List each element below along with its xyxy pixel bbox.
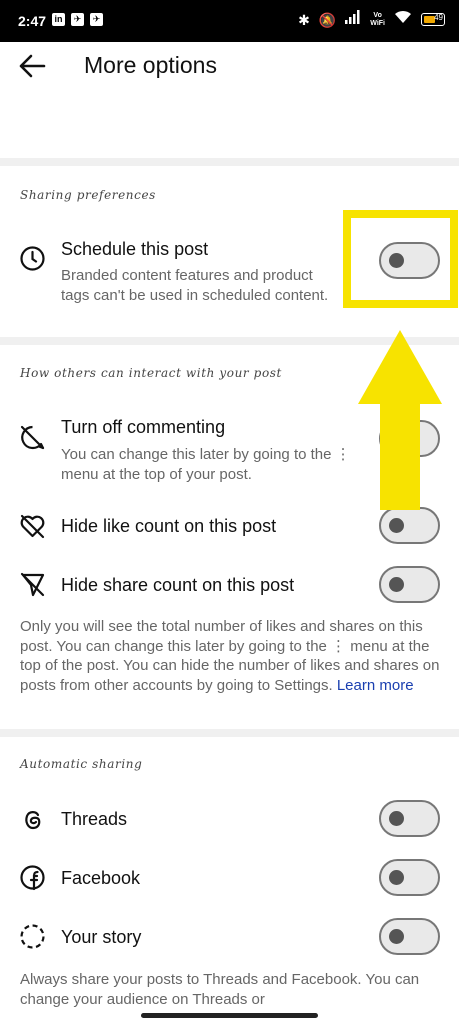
header: More options bbox=[0, 42, 459, 90]
comment-off-icon bbox=[20, 425, 45, 450]
wifi-icon bbox=[394, 10, 412, 29]
back-arrow-icon bbox=[19, 54, 46, 78]
toggle-knob bbox=[389, 870, 404, 885]
like-count-toggle[interactable] bbox=[379, 507, 440, 544]
home-indicator bbox=[141, 1013, 318, 1018]
vowifi-icon: Vo WiFi bbox=[370, 12, 385, 28]
auto-sharing-note: Always share your posts to Threads and F… bbox=[20, 971, 420, 1008]
like-count-title: Hide like count on this post bbox=[61, 516, 277, 536]
battery-icon: 49 bbox=[421, 13, 445, 26]
toggle-knob bbox=[389, 518, 404, 533]
facebook-title: Facebook bbox=[61, 868, 141, 888]
arrow-up-icon bbox=[358, 330, 442, 510]
share-count-title: Hide share count on this post bbox=[61, 575, 295, 595]
threads-title: Threads bbox=[61, 809, 128, 829]
section-label-interact: How others can interact with your post bbox=[20, 366, 282, 380]
battery-level: 49 bbox=[434, 13, 443, 22]
wifi-label: WiFi bbox=[370, 19, 385, 27]
clock-icon bbox=[20, 246, 45, 271]
heart-off-icon bbox=[20, 514, 45, 539]
toggle-knob bbox=[389, 929, 404, 944]
facebook-icon bbox=[20, 865, 45, 891]
highlight-box bbox=[343, 210, 458, 308]
status-indicators: ✱ 🔕 Vo WiFi 49 bbox=[298, 10, 445, 29]
share-off-icon bbox=[20, 572, 45, 597]
status-bar: 2:47 in ✈ ✈ ✱ 🔕 Vo WiFi 49 bbox=[0, 0, 459, 42]
facebook-toggle[interactable] bbox=[379, 859, 440, 896]
section-divider bbox=[0, 158, 459, 166]
schedule-title: Schedule this post bbox=[61, 239, 209, 259]
threads-toggle[interactable] bbox=[379, 800, 440, 837]
status-time: 2:47 bbox=[18, 13, 47, 29]
story-title: Your story bbox=[61, 927, 142, 947]
toggle-knob bbox=[389, 577, 404, 592]
notification-icons: in ✈ ✈ bbox=[52, 13, 103, 26]
vo-label: Vo bbox=[373, 11, 382, 19]
section-divider bbox=[0, 729, 459, 737]
mute-icon: 🔕 bbox=[318, 11, 337, 28]
story-icon bbox=[20, 924, 45, 949]
commenting-title: Turn off commenting bbox=[61, 417, 226, 437]
section-label-auto: Automatic sharing bbox=[20, 757, 143, 771]
bluetooth-icon: ✱ bbox=[298, 11, 310, 28]
story-toggle[interactable] bbox=[379, 918, 440, 955]
telegram-icon: ✈ bbox=[71, 13, 84, 26]
linkedin-icon: in bbox=[52, 13, 65, 26]
section-label-sharing: Sharing preferences bbox=[20, 188, 156, 202]
counts-note: Only you will see the total number of li… bbox=[20, 617, 445, 695]
page-title: More options bbox=[84, 52, 217, 78]
threads-icon bbox=[25, 811, 41, 830]
signal-icon bbox=[345, 10, 361, 29]
learn-more-link[interactable]: Learn more bbox=[337, 677, 414, 694]
share-count-toggle[interactable] bbox=[379, 566, 440, 603]
telegram-icon: ✈ bbox=[90, 13, 103, 26]
back-button[interactable] bbox=[14, 50, 50, 82]
schedule-subtitle: Branded content features and product tag… bbox=[61, 267, 329, 304]
toggle-knob bbox=[389, 811, 404, 826]
commenting-subtitle: You can change this later by going to th… bbox=[61, 446, 351, 483]
